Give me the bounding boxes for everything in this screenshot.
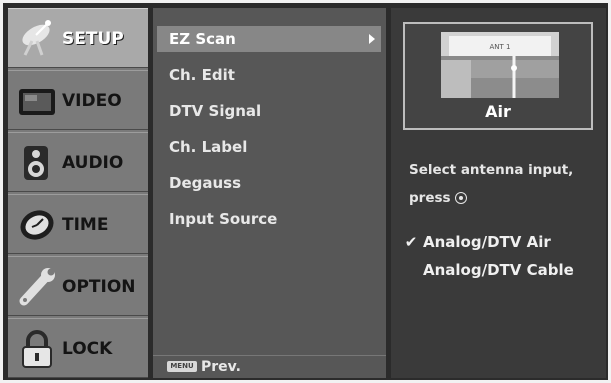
menu-footer: MENU Prev.	[153, 355, 386, 378]
menu-item-ch-label[interactable]: Ch. Label	[157, 134, 381, 160]
menu-item-degauss[interactable]: Degauss	[157, 170, 381, 196]
menu-item-input-source[interactable]: Input Source	[157, 206, 381, 232]
nav-item-lock[interactable]: LOCK	[8, 318, 148, 378]
option-analog-dtv-cable[interactable]: Analog/DTV Cable	[403, 258, 603, 282]
nav-item-video[interactable]: VIDEO	[8, 70, 148, 130]
menu-item-label: EZ Scan	[169, 30, 236, 48]
nav-item-audio[interactable]: AUDIO	[8, 132, 148, 192]
speaker-icon	[24, 146, 48, 180]
checkmark-icon: ✔	[404, 233, 418, 251]
nav-label-option: OPTION	[62, 277, 136, 297]
option-label: Analog/DTV Air	[423, 233, 551, 251]
menu-item-label: Ch. Edit	[169, 66, 235, 84]
instruction-line-2: press	[409, 184, 599, 212]
tv-screen-icon	[19, 89, 55, 115]
antenna-preview: ANT 1 Air	[403, 22, 593, 130]
ok-button-icon	[454, 192, 467, 204]
clock-icon	[20, 210, 54, 240]
nav-item-option[interactable]: OPTION	[8, 256, 148, 316]
menu-item-ez-scan[interactable]: EZ Scan	[157, 26, 381, 52]
nav-label-time: TIME	[62, 215, 109, 235]
wrench-icon	[19, 268, 55, 306]
satellite-dish-icon	[22, 20, 51, 56]
nav-label-audio: AUDIO	[62, 153, 124, 173]
previous-hint: Prev.	[201, 359, 241, 375]
antenna-diagram-icon: ANT 1	[441, 32, 559, 98]
instruction-text: Select antenna input, press	[409, 156, 599, 212]
nav-label-lock: LOCK	[62, 339, 113, 359]
padlock-icon	[22, 330, 52, 368]
option-analog-dtv-air[interactable]: ✔ Analog/DTV Air	[403, 230, 603, 254]
menu-item-label: Input Source	[169, 210, 278, 228]
menu-button-icon: MENU	[167, 361, 197, 372]
nav-item-time[interactable]: TIME	[8, 194, 148, 254]
menu-button-label: MENU	[170, 362, 194, 370]
category-sidebar: SETUP VIDEO AUDIO TIME OPTION LOCK	[8, 8, 148, 378]
menu-item-label: Degauss	[169, 174, 242, 192]
menu-item-dtv-signal[interactable]: DTV Signal	[157, 98, 381, 124]
antenna-type-label: Air	[485, 102, 511, 121]
antenna-sign-text: ANT 1	[490, 43, 511, 51]
nav-label-setup: SETUP	[62, 29, 124, 49]
instruction-line-1: Select antenna input,	[409, 162, 574, 178]
instruction-press: press	[409, 190, 451, 206]
tv-menu-screen: SETUP VIDEO AUDIO TIME OPTION LOCK EZ Sc…	[3, 3, 608, 380]
info-panel: ANT 1 Air Select antenna input, press ✔ …	[391, 8, 606, 378]
nav-label-video: VIDEO	[62, 91, 122, 111]
setup-submenu: EZ Scan Ch. Edit DTV Signal Ch. Label De…	[153, 8, 386, 378]
option-label: Analog/DTV Cable	[423, 261, 574, 279]
menu-item-label: DTV Signal	[169, 102, 262, 120]
menu-item-label: Ch. Label	[169, 138, 248, 156]
chevron-right-icon	[369, 34, 375, 44]
menu-item-ch-edit[interactable]: Ch. Edit	[157, 62, 381, 88]
nav-item-setup[interactable]: SETUP	[8, 8, 148, 68]
